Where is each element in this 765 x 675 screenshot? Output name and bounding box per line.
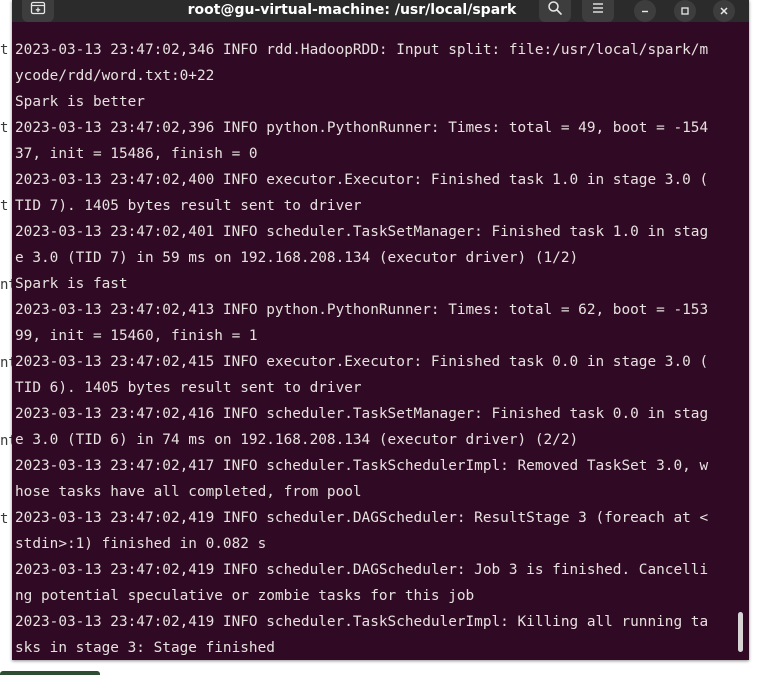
window-title: root@gu-virtual-machine: /usr/local/spar… — [187, 2, 517, 18]
terminal-line: ycode/rdd/word.txt:0+22 — [15, 68, 215, 84]
new-tab-button[interactable] — [22, 0, 54, 22]
search-icon — [548, 1, 562, 15]
terminal-line: 2023-03-13 23:47:02,415 INFO executor.Ex… — [15, 354, 709, 370]
terminal-line: TID 7). 1405 bytes result sent to driver — [15, 198, 362, 214]
minimize-button[interactable] — [634, 0, 656, 22]
terminal-line: sks in stage 3: Stage finished — [15, 640, 275, 656]
terminal-line: 99, init = 15460, finish = 1 — [15, 328, 258, 344]
terminal-line: 2023-03-13 23:47:02,401 INFO scheduler.T… — [15, 224, 709, 240]
search-button[interactable] — [539, 0, 571, 22]
maximize-icon — [681, 7, 689, 15]
close-icon — [720, 7, 728, 15]
terminal-line: hose tasks have all completed, from pool — [15, 484, 362, 500]
background-text-fragment: t — [0, 198, 9, 214]
terminal-line: 2023-03-13 23:47:02,419 INFO scheduler.T… — [15, 614, 709, 630]
background-text-fragment: t — [0, 120, 9, 136]
terminal-line: 2023-03-13 23:47:02,413 INFO python.Pyth… — [15, 302, 709, 318]
terminal-line: TID 6). 1405 bytes result sent to driver — [15, 380, 362, 396]
terminal-line: 2023-03-13 23:47:02,400 INFO executor.Ex… — [15, 172, 709, 188]
desktop-background — [0, 660, 765, 675]
terminal-line: 2023-03-13 23:47:02,396 INFO python.Pyth… — [15, 120, 709, 136]
terminal-line: Spark is better — [15, 94, 145, 110]
terminal-line: Spark is fast — [15, 276, 128, 292]
terminal-line: 2023-03-13 23:47:02,419 INFO scheduler.D… — [15, 562, 709, 578]
terminal-line: 2023-03-13 23:47:02,417 INFO scheduler.T… — [15, 458, 709, 474]
background-text-fragment: t — [0, 42, 9, 58]
terminal-line: 2023-03-13 23:47:02,346 INFO rdd.HadoopR… — [15, 42, 709, 58]
terminal-window: root@gu-virtual-machine: /usr/local/spar… — [12, 0, 749, 660]
close-button[interactable] — [713, 0, 735, 22]
terminal-line: 37, init = 15486, finish = 0 — [15, 146, 258, 162]
terminal-line: 2023-03-13 23:47:02,416 INFO scheduler.T… — [15, 406, 709, 422]
taskbar-edge — [0, 671, 100, 675]
minimize-icon — [642, 10, 648, 13]
terminal-line: e 3.0 (TID 6) in 74 ms on 192.168.208.13… — [15, 432, 579, 448]
menu-button[interactable] — [582, 0, 614, 22]
terminal-line: stdin>:1) finished in 0.082 s — [15, 536, 267, 552]
terminal-line: ng potential speculative or zombie tasks… — [15, 588, 475, 604]
new-tab-icon — [30, 1, 46, 15]
terminal-line: 2023-03-13 23:47:02,419 INFO scheduler.D… — [15, 510, 709, 526]
scrollbar-thumb[interactable] — [738, 612, 743, 652]
hamburger-menu-icon — [593, 3, 603, 13]
terminal-output[interactable]: 2023-03-13 23:47:02,346 INFO rdd.HadoopR… — [15, 37, 740, 660]
title-bar[interactable]: root@gu-virtual-machine: /usr/local/spar… — [12, 0, 749, 22]
terminal-line: e 3.0 (TID 7) in 59 ms on 192.168.208.13… — [15, 250, 579, 266]
maximize-button[interactable] — [674, 0, 696, 22]
background-text-fragment: t — [0, 511, 9, 527]
